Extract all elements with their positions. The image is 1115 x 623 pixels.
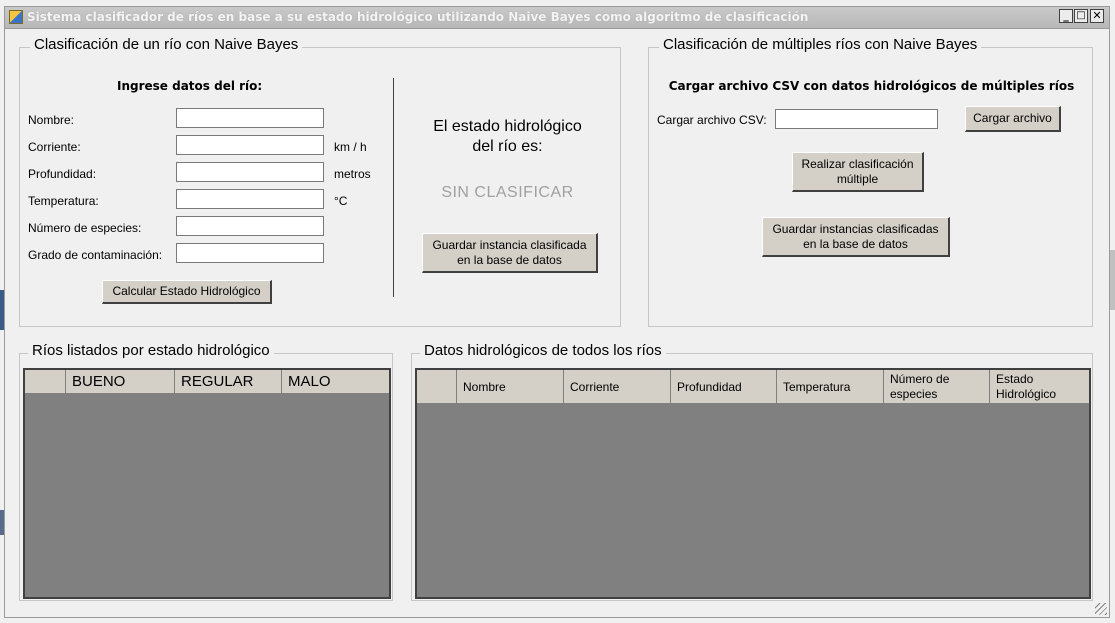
by-state-header: BUENO REGULAR MALO: [25, 370, 389, 394]
by-state-group: Ríos listados por estado hidrológico BUE…: [19, 342, 393, 601]
field-label-especies: Número de especies:: [28, 221, 142, 235]
single-classification-group: Clasificación de un río con Naive Bayes …: [19, 36, 621, 327]
field-label-temperatura: Temperatura:: [28, 194, 99, 208]
column-header-nombre[interactable]: Nombre: [457, 370, 564, 404]
all-data-group: Datos hidrológicos de todos los ríos Nom…: [411, 342, 1093, 601]
save-single-button[interactable]: Guardar instancia clasificada en la base…: [422, 233, 598, 273]
result-heading: El estado hidrológico del río es:: [433, 118, 582, 155]
minimize-button[interactable]: _: [1059, 9, 1073, 23]
unit-profundidad: metros: [334, 167, 371, 181]
temperatura-input[interactable]: [176, 189, 324, 209]
unit-temperatura: °C: [334, 194, 348, 208]
load-file-button[interactable]: Cargar archivo: [965, 106, 1061, 132]
multi-heading: Cargar archivo CSV con datos hidrológico…: [668, 79, 1075, 93]
especies-input[interactable]: [176, 216, 324, 236]
multi-classify-button[interactable]: Realizar clasificación múltiple: [792, 152, 924, 192]
multi-group-title: Clasificación de múltiples ríos con Naiv…: [659, 36, 982, 53]
field-label-contaminacion: Grado de contaminación:: [28, 248, 163, 262]
app-icon: [9, 10, 23, 24]
field-label-corriente: Corriente:: [28, 140, 81, 154]
profundidad-input[interactable]: [176, 162, 324, 182]
all-data-header: Nombre Corriente Profundidad Temperatura…: [417, 370, 1089, 404]
single-divider: [393, 78, 394, 297]
calculate-state-button[interactable]: Calcular Estado Hidrológico: [102, 280, 272, 304]
nombre-input[interactable]: [176, 108, 324, 128]
column-header-regular[interactable]: REGULAR: [175, 370, 282, 394]
column-header-profundidad[interactable]: Profundidad: [671, 370, 777, 404]
by-state-grid[interactable]: BUENO REGULAR MALO: [23, 368, 391, 599]
unit-corriente: km / h: [334, 140, 367, 154]
corriente-input[interactable]: [176, 135, 324, 155]
column-header-estado[interactable]: Estado Hidrológico: [990, 370, 1089, 404]
csv-input[interactable]: [775, 109, 938, 129]
all-data-grid[interactable]: Nombre Corriente Profundidad Temperatura…: [415, 368, 1091, 599]
resize-grip-icon[interactable]: [1095, 603, 1107, 615]
main-window: Sistema clasificador de ríos en base a s…: [4, 6, 1110, 618]
multi-classification-group: Clasificación de múltiples ríos con Naiv…: [648, 36, 1093, 327]
row-header-corner: [25, 370, 66, 394]
column-header-bueno[interactable]: BUENO: [66, 370, 175, 394]
column-header-especies[interactable]: Número de especies: [884, 370, 990, 404]
column-header-corriente[interactable]: Corriente: [564, 370, 671, 404]
contaminacion-input[interactable]: [176, 243, 324, 263]
all-data-corner: [417, 370, 457, 404]
single-group-title: Clasificación de un río con Naive Bayes: [30, 36, 303, 53]
window-title: Sistema clasificador de ríos en base a s…: [27, 10, 809, 24]
column-header-temperatura[interactable]: Temperatura: [777, 370, 884, 404]
all-data-group-title: Datos hidrológicos de todos los ríos: [420, 342, 666, 359]
field-label-profundidad: Profundidad:: [28, 167, 97, 181]
save-multi-button[interactable]: Guardar instancias clasificadas en la ba…: [762, 217, 950, 257]
csv-label: Cargar archivo CSV:: [657, 113, 767, 127]
desktop-edge-right: [1110, 250, 1115, 310]
close-button[interactable]: ✕: [1090, 9, 1104, 23]
column-header-malo[interactable]: MALO: [282, 370, 389, 394]
title-bar[interactable]: Sistema clasificador de ríos en base a s…: [5, 7, 1109, 29]
maximize-button[interactable]: □: [1074, 9, 1088, 23]
result-value: SIN CLASIFICAR: [441, 184, 574, 201]
field-label-nombre: Nombre:: [28, 113, 75, 127]
input-heading: Ingrese datos del río:: [117, 79, 263, 93]
by-state-group-title: Ríos listados por estado hidrológico: [28, 342, 274, 359]
